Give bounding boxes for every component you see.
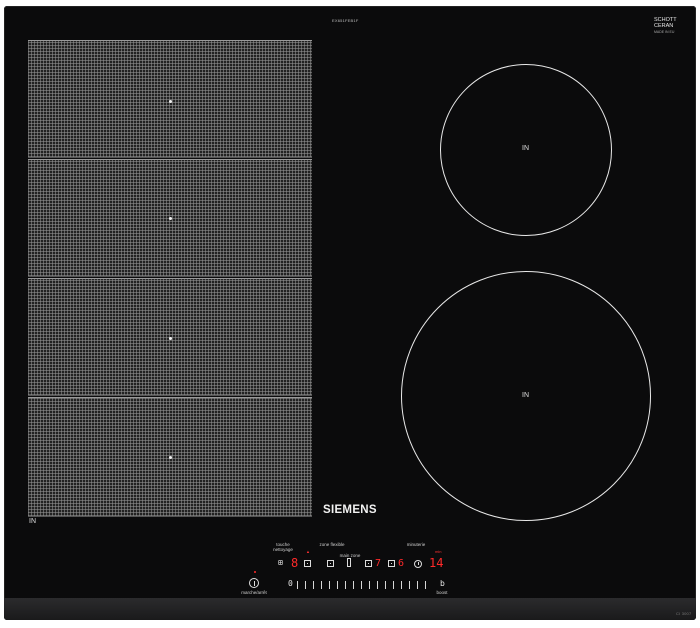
power-indicator-dot	[254, 571, 256, 573]
model-code: EX651FEB1F	[332, 18, 359, 23]
small-round-zone-label: IN	[522, 145, 529, 152]
zone-center-mark	[169, 217, 172, 220]
flex-zone-segment-2[interactable]	[28, 159, 312, 277]
power-level-slider[interactable]	[297, 581, 431, 590]
timer-clock-icon[interactable]	[414, 560, 422, 568]
flex-zone-segment-3[interactable]	[28, 278, 312, 396]
cooktop-frame-edge	[4, 598, 696, 620]
large-round-zone-label: IN	[522, 392, 529, 399]
zone-center-mark	[169, 100, 172, 103]
slider-zero-key[interactable]: 0	[288, 580, 293, 588]
cleaning-key-icon[interactable]: ⊞	[278, 559, 283, 567]
zone-b-display: 6	[398, 558, 405, 569]
zone-a-display: 7	[375, 558, 382, 569]
cleaning-key-label: touche nettoyage	[273, 542, 293, 552]
timer-display: 14	[429, 556, 444, 570]
zone-select-icon[interactable]	[365, 560, 372, 567]
zone-select-icon[interactable]	[388, 560, 395, 567]
flex-zone-key-label: zone flexible	[319, 542, 345, 547]
flex-zone-display: 8	[291, 556, 299, 570]
flex-zone-segment-4[interactable]	[28, 397, 312, 517]
boost-key-label: boost	[436, 590, 448, 595]
power-button[interactable]	[249, 578, 259, 588]
boost-key[interactable]: b	[440, 580, 445, 588]
flex-zone-label: IN	[29, 518, 36, 525]
timer-key-label: minuterie	[406, 542, 426, 547]
main-zone-select-icon[interactable]	[347, 558, 351, 567]
brand-logo: SIEMENS	[323, 504, 377, 516]
bottom-mark: CI 3007	[676, 611, 692, 616]
zone-select-icon[interactable]	[327, 560, 334, 567]
zone-center-mark	[169, 456, 172, 459]
schott-ceran-logo: SCHOTT CERAN MADE IN EU	[654, 17, 677, 35]
timer-minutes-indicator: min	[435, 549, 442, 554]
flex-zone-segment-1[interactable]	[28, 40, 312, 158]
ceran-sub-text: MADE IN EU	[654, 30, 675, 34]
zone-center-mark	[169, 337, 172, 340]
power-button-label: marche/arrêt	[241, 590, 267, 595]
flex-indicator-icon: ▲	[306, 549, 310, 554]
flex-zone-select-icon[interactable]	[304, 560, 311, 567]
